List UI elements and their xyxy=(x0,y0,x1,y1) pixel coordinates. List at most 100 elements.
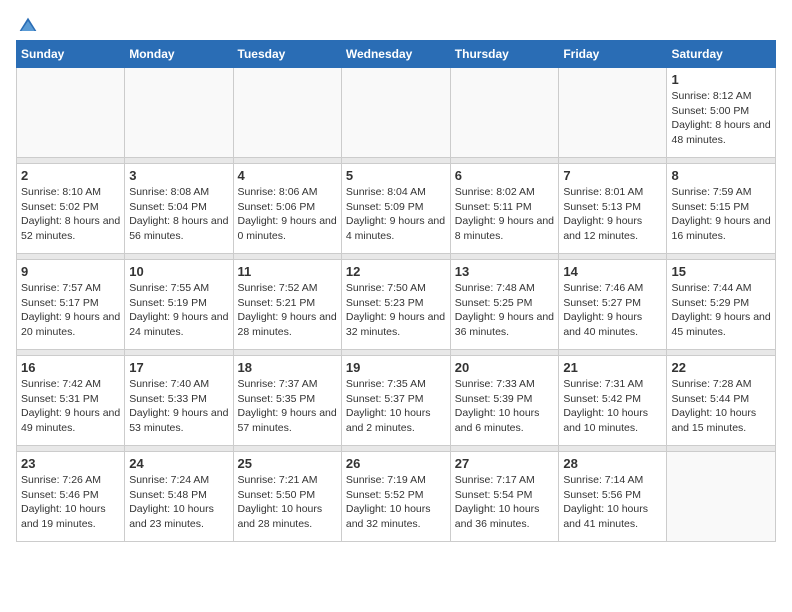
day-info: Sunrise: 7:44 AM Sunset: 5:29 PM Dayligh… xyxy=(671,281,771,340)
calendar-day-cell xyxy=(559,68,667,158)
calendar-week-row: 16 Sunrise: 7:42 AM Sunset: 5:31 PM Dayli… xyxy=(17,356,776,446)
calendar-day-cell: 1 Sunrise: 8:12 AM Sunset: 5:00 PM Daylig… xyxy=(667,68,776,158)
day-number: 10 xyxy=(129,264,228,279)
day-info: Sunrise: 8:06 AM Sunset: 5:06 PM Dayligh… xyxy=(238,185,337,244)
calendar-table: SundayMondayTuesdayWednesdayThursdayFrid… xyxy=(16,40,776,542)
calendar-day-cell xyxy=(17,68,125,158)
day-number: 23 xyxy=(21,456,120,471)
day-info: Sunrise: 7:19 AM Sunset: 5:52 PM Dayligh… xyxy=(346,473,446,532)
calendar-day-cell: 26 Sunrise: 7:19 AM Sunset: 5:52 PM Dayli… xyxy=(341,452,450,542)
day-info: Sunrise: 7:46 AM Sunset: 5:27 PM Dayligh… xyxy=(563,281,662,340)
day-number: 28 xyxy=(563,456,662,471)
calendar-week-row: 2 Sunrise: 8:10 AM Sunset: 5:02 PM Daylig… xyxy=(17,164,776,254)
calendar-day-cell: 4 Sunrise: 8:06 AM Sunset: 5:06 PM Daylig… xyxy=(233,164,341,254)
calendar-day-cell: 10 Sunrise: 7:55 AM Sunset: 5:19 PM Dayli… xyxy=(125,260,233,350)
day-of-week-header: Sunday xyxy=(17,41,125,68)
day-number: 6 xyxy=(455,168,555,183)
calendar-day-cell xyxy=(667,452,776,542)
day-number: 18 xyxy=(238,360,337,375)
calendar-day-cell: 22 Sunrise: 7:28 AM Sunset: 5:44 PM Dayli… xyxy=(667,356,776,446)
day-number: 15 xyxy=(671,264,771,279)
calendar-day-cell: 27 Sunrise: 7:17 AM Sunset: 5:54 PM Dayli… xyxy=(450,452,559,542)
calendar-week-row: 23Sunrise: 7:26 AM Sunset: 5:46 PM Dayli… xyxy=(17,452,776,542)
day-number: 14 xyxy=(563,264,662,279)
day-of-week-header: Thursday xyxy=(450,41,559,68)
day-of-week-header: Saturday xyxy=(667,41,776,68)
calendar-day-cell: 9 Sunrise: 7:57 AM Sunset: 5:17 PM Daylig… xyxy=(17,260,125,350)
day-number: 11 xyxy=(238,264,337,279)
page-header xyxy=(16,16,776,32)
day-info: Sunrise: 7:21 AM Sunset: 5:50 PM Dayligh… xyxy=(238,473,337,532)
calendar-day-cell: 11 Sunrise: 7:52 AM Sunset: 5:21 PM Dayli… xyxy=(233,260,341,350)
day-info: Sunrise: 7:55 AM Sunset: 5:19 PM Dayligh… xyxy=(129,281,228,340)
calendar-week-row: 9 Sunrise: 7:57 AM Sunset: 5:17 PM Daylig… xyxy=(17,260,776,350)
calendar-day-cell: 28Sunrise: 7:14 AM Sunset: 5:56 PM Dayli… xyxy=(559,452,667,542)
day-number: 21 xyxy=(563,360,662,375)
day-number: 25 xyxy=(238,456,337,471)
day-info: Sunrise: 7:28 AM Sunset: 5:44 PM Dayligh… xyxy=(671,377,771,436)
day-info: Sunrise: 8:10 AM Sunset: 5:02 PM Dayligh… xyxy=(21,185,120,244)
day-info: Sunrise: 7:31 AM Sunset: 5:42 PM Dayligh… xyxy=(563,377,662,436)
day-number: 9 xyxy=(21,264,120,279)
day-info: Sunrise: 8:08 AM Sunset: 5:04 PM Dayligh… xyxy=(129,185,228,244)
calendar-day-cell: 14 Sunrise: 7:46 AM Sunset: 5:27 PM Dayli… xyxy=(559,260,667,350)
calendar-day-cell: 12Sunrise: 7:50 AM Sunset: 5:23 PM Dayli… xyxy=(341,260,450,350)
day-number: 1 xyxy=(671,72,771,87)
day-number: 4 xyxy=(238,168,337,183)
calendar-week-row: 1 Sunrise: 8:12 AM Sunset: 5:00 PM Daylig… xyxy=(17,68,776,158)
day-number: 24 xyxy=(129,456,228,471)
day-number: 19 xyxy=(346,360,446,375)
day-number: 7 xyxy=(563,168,662,183)
calendar-day-cell: 5 Sunrise: 8:04 AM Sunset: 5:09 PM Daylig… xyxy=(341,164,450,254)
logo xyxy=(16,16,38,32)
day-info: Sunrise: 7:52 AM Sunset: 5:21 PM Dayligh… xyxy=(238,281,337,340)
calendar-day-cell: 2 Sunrise: 8:10 AM Sunset: 5:02 PM Daylig… xyxy=(17,164,125,254)
day-of-week-header: Wednesday xyxy=(341,41,450,68)
calendar-day-cell: 20 Sunrise: 7:33 AM Sunset: 5:39 PM Dayli… xyxy=(450,356,559,446)
day-number: 5 xyxy=(346,168,446,183)
day-info: Sunrise: 7:37 AM Sunset: 5:35 PM Dayligh… xyxy=(238,377,337,436)
day-number: 8 xyxy=(671,168,771,183)
day-of-week-header: Friday xyxy=(559,41,667,68)
day-info: Sunrise: 7:17 AM Sunset: 5:54 PM Dayligh… xyxy=(455,473,555,532)
day-info: Sunrise: 7:35 AM Sunset: 5:37 PM Dayligh… xyxy=(346,377,446,436)
day-of-week-header: Tuesday xyxy=(233,41,341,68)
day-info: Sunrise: 7:33 AM Sunset: 5:39 PM Dayligh… xyxy=(455,377,555,436)
day-info: Sunrise: 7:59 AM Sunset: 5:15 PM Dayligh… xyxy=(671,185,771,244)
day-info: Sunrise: 7:57 AM Sunset: 5:17 PM Dayligh… xyxy=(21,281,120,340)
calendar-day-cell: 7 Sunrise: 8:01 AM Sunset: 5:13 PM Daylig… xyxy=(559,164,667,254)
day-info: Sunrise: 8:12 AM Sunset: 5:00 PM Dayligh… xyxy=(671,89,771,148)
day-info: Sunrise: 7:42 AM Sunset: 5:31 PM Dayligh… xyxy=(21,377,120,436)
calendar-day-cell xyxy=(450,68,559,158)
day-of-week-header: Monday xyxy=(125,41,233,68)
day-info: Sunrise: 7:24 AM Sunset: 5:48 PM Dayligh… xyxy=(129,473,228,532)
calendar-header-row: SundayMondayTuesdayWednesdayThursdayFrid… xyxy=(17,41,776,68)
calendar-day-cell xyxy=(341,68,450,158)
calendar-day-cell xyxy=(125,68,233,158)
calendar-day-cell: 23Sunrise: 7:26 AM Sunset: 5:46 PM Dayli… xyxy=(17,452,125,542)
day-info: Sunrise: 8:02 AM Sunset: 5:11 PM Dayligh… xyxy=(455,185,555,244)
day-info: Sunrise: 7:50 AM Sunset: 5:23 PM Dayligh… xyxy=(346,281,446,340)
day-info: Sunrise: 8:04 AM Sunset: 5:09 PM Dayligh… xyxy=(346,185,446,244)
calendar-day-cell: 19 Sunrise: 7:35 AM Sunset: 5:37 PM Dayli… xyxy=(341,356,450,446)
calendar-day-cell: 8 Sunrise: 7:59 AM Sunset: 5:15 PM Daylig… xyxy=(667,164,776,254)
day-number: 26 xyxy=(346,456,446,471)
day-number: 13 xyxy=(455,264,555,279)
calendar-day-cell: 18 Sunrise: 7:37 AM Sunset: 5:35 PM Dayli… xyxy=(233,356,341,446)
day-number: 17 xyxy=(129,360,228,375)
day-number: 2 xyxy=(21,168,120,183)
calendar-day-cell: 13Sunrise: 7:48 AM Sunset: 5:25 PM Dayli… xyxy=(450,260,559,350)
day-number: 16 xyxy=(21,360,120,375)
calendar-day-cell xyxy=(233,68,341,158)
calendar-day-cell: 3Sunrise: 8:08 AM Sunset: 5:04 PM Daylig… xyxy=(125,164,233,254)
day-number: 22 xyxy=(671,360,771,375)
calendar-day-cell: 25 Sunrise: 7:21 AM Sunset: 5:50 PM Dayli… xyxy=(233,452,341,542)
day-number: 20 xyxy=(455,360,555,375)
calendar-day-cell: 21 Sunrise: 7:31 AM Sunset: 5:42 PM Dayli… xyxy=(559,356,667,446)
day-info: Sunrise: 7:40 AM Sunset: 5:33 PM Dayligh… xyxy=(129,377,228,436)
day-info: Sunrise: 8:01 AM Sunset: 5:13 PM Dayligh… xyxy=(563,185,662,244)
calendar-day-cell: 15 Sunrise: 7:44 AM Sunset: 5:29 PM Dayli… xyxy=(667,260,776,350)
day-number: 27 xyxy=(455,456,555,471)
calendar-day-cell: 16 Sunrise: 7:42 AM Sunset: 5:31 PM Dayli… xyxy=(17,356,125,446)
logo-icon xyxy=(18,16,38,36)
